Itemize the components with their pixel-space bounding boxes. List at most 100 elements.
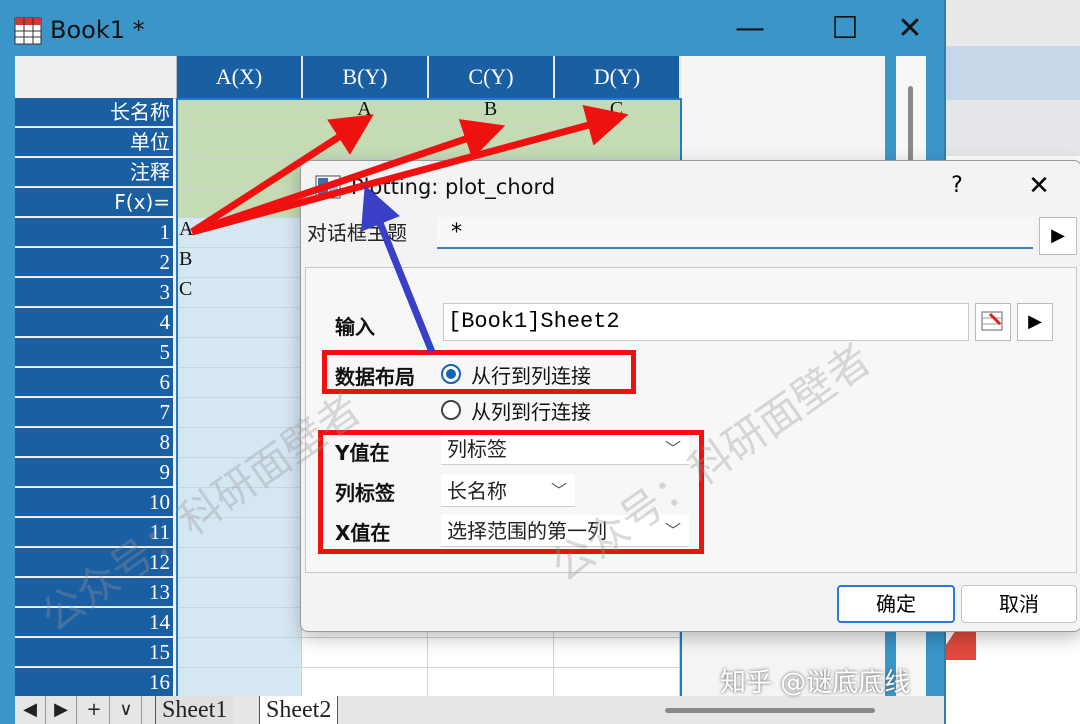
y-label: Y值在 [335, 441, 390, 465]
column-header-a[interactable]: A(X) [177, 56, 303, 98]
radio-col-to-row[interactable]: 从列到行连接 [441, 395, 741, 425]
column-header-d[interactable]: D(Y) [555, 56, 681, 98]
meta-cell[interactable] [176, 98, 302, 128]
row-header-number[interactable]: 8 [15, 428, 173, 457]
data-cell[interactable] [554, 638, 680, 668]
row-header-number[interactable]: 6 [15, 368, 173, 397]
meta-cell[interactable]: A [302, 98, 428, 128]
data-cell[interactable]: B [176, 248, 302, 278]
col-label: 列标签 [335, 481, 395, 505]
data-cell[interactable] [176, 398, 302, 428]
data-cell[interactable] [176, 338, 302, 368]
plotting-dialog: Plotting: plot_chord ? ✕ 对话框主题 * ▶ 输入 [B… [300, 160, 1080, 632]
layout-label: 数据布局 [335, 365, 415, 389]
meta-cell[interactable] [428, 128, 554, 158]
theme-input[interactable]: * [437, 217, 1033, 249]
data-cell[interactable] [176, 458, 302, 488]
row-header-number[interactable]: 11 [15, 518, 173, 547]
title-bar[interactable]: Book1 * — ☐ ✕ [0, 0, 944, 56]
play-arrow-icon: ▶ [1051, 225, 1065, 246]
y-select[interactable]: 列标签 ﹀ [441, 433, 689, 465]
dialog-close-button[interactable]: ✕ [1019, 169, 1059, 203]
data-cell[interactable] [554, 668, 680, 696]
data-cell[interactable] [428, 668, 554, 696]
grid-corner[interactable] [15, 56, 177, 99]
meta-cell[interactable] [302, 128, 428, 158]
range-select-button[interactable] [975, 303, 1011, 341]
data-cell[interactable] [176, 608, 302, 638]
row-header-number[interactable]: 14 [15, 608, 173, 637]
row-header-number[interactable]: 1 [15, 218, 173, 247]
row-header-number[interactable]: 4 [15, 308, 173, 337]
sheet-list-button[interactable]: ∨ [111, 696, 142, 724]
row-header-number[interactable]: 16 [15, 668, 173, 696]
plot-icon [315, 175, 341, 199]
radio-unselected-icon [441, 400, 461, 420]
add-sheet-button[interactable]: + [79, 696, 110, 724]
column-header-c[interactable]: C(Y) [429, 56, 555, 98]
input-range-field[interactable]: [Book1]Sheet2 [443, 303, 969, 341]
radio-row-to-col[interactable]: 从行到列连接 [441, 359, 741, 389]
input-menu-button[interactable]: ▶ [1017, 303, 1053, 341]
data-cell[interactable] [176, 428, 302, 458]
chevron-down-icon: ﹀ [664, 521, 681, 540]
meta-cell[interactable] [176, 128, 302, 158]
tab-sheet2[interactable]: Sheet2 [259, 696, 339, 724]
meta-cell[interactable]: C [554, 98, 680, 128]
row-header-number[interactable]: 12 [15, 548, 173, 577]
data-cell[interactable] [176, 548, 302, 578]
column-header-b[interactable]: B(Y) [303, 56, 429, 98]
row-header-meta[interactable]: 单位 [15, 128, 173, 157]
row-header-number[interactable]: 13 [15, 578, 173, 607]
meta-cell[interactable] [176, 158, 302, 188]
row-header-meta[interactable]: F(x)= [15, 188, 173, 217]
row-header-number[interactable]: 3 [15, 278, 173, 307]
data-cell[interactable] [176, 518, 302, 548]
row-header-number[interactable]: 9 [15, 458, 173, 487]
data-cell[interactable] [428, 638, 554, 668]
col-label-select[interactable]: 长名称 ﹀ [441, 475, 575, 507]
row-header-number[interactable]: 10 [15, 488, 173, 517]
data-cell[interactable] [302, 668, 428, 696]
window-title: Book1 * [50, 16, 145, 44]
minimize-button[interactable]: — [720, 8, 780, 48]
theme-menu-button[interactable]: ▶ [1039, 217, 1077, 255]
meta-cell[interactable] [554, 128, 680, 158]
horizontal-scroll-thumb[interactable] [665, 708, 875, 713]
data-cell[interactable] [176, 578, 302, 608]
data-cell[interactable] [302, 638, 428, 668]
range-select-icon [981, 311, 1003, 331]
maximize-button[interactable]: ☐ [815, 8, 875, 48]
dialog-title: Plotting: plot_chord [351, 175, 556, 199]
row-header-meta[interactable]: 长名称 [15, 98, 173, 127]
data-cell[interactable]: C [176, 278, 302, 308]
data-cell[interactable] [176, 638, 302, 668]
row-header-number[interactable]: 5 [15, 338, 173, 367]
ok-button[interactable]: 确定 [837, 585, 955, 623]
row-header-number[interactable]: 7 [15, 398, 173, 427]
data-cell[interactable] [176, 668, 302, 696]
tab-prev-button[interactable]: ◀ [15, 696, 46, 724]
data-cell[interactable] [176, 368, 302, 398]
tab-next-button[interactable]: ▶ [46, 696, 77, 724]
tab-sheet1[interactable]: Sheet1 [155, 696, 234, 724]
sheet-tab-bar: ◀ ▶ + ∨ Sheet1 Sheet2 [15, 696, 944, 724]
help-button[interactable]: ? [937, 169, 977, 203]
data-cell[interactable] [176, 308, 302, 338]
row-header-number[interactable]: 15 [15, 638, 173, 667]
play-arrow-icon: ▶ [1028, 311, 1042, 332]
input-label: 输入 [335, 315, 375, 339]
meta-cell[interactable] [176, 188, 302, 218]
cancel-button[interactable]: 取消 [961, 585, 1077, 623]
col-label-select-value: 长名称 [447, 479, 507, 503]
row-header-meta[interactable]: 注释 [15, 158, 173, 187]
chevron-down-icon: ﹀ [664, 439, 681, 458]
watermark-bottom: 知乎 @谜底底线 [720, 668, 911, 698]
x-select[interactable]: 选择范围的第一列 ﹀ [441, 515, 689, 547]
meta-cell[interactable]: B [428, 98, 554, 128]
radio-col-to-row-label: 从列到行连接 [471, 399, 591, 424]
row-header-number[interactable]: 2 [15, 248, 173, 277]
close-button[interactable]: ✕ [880, 8, 940, 48]
data-cell[interactable]: A [176, 218, 302, 248]
data-cell[interactable] [176, 488, 302, 518]
